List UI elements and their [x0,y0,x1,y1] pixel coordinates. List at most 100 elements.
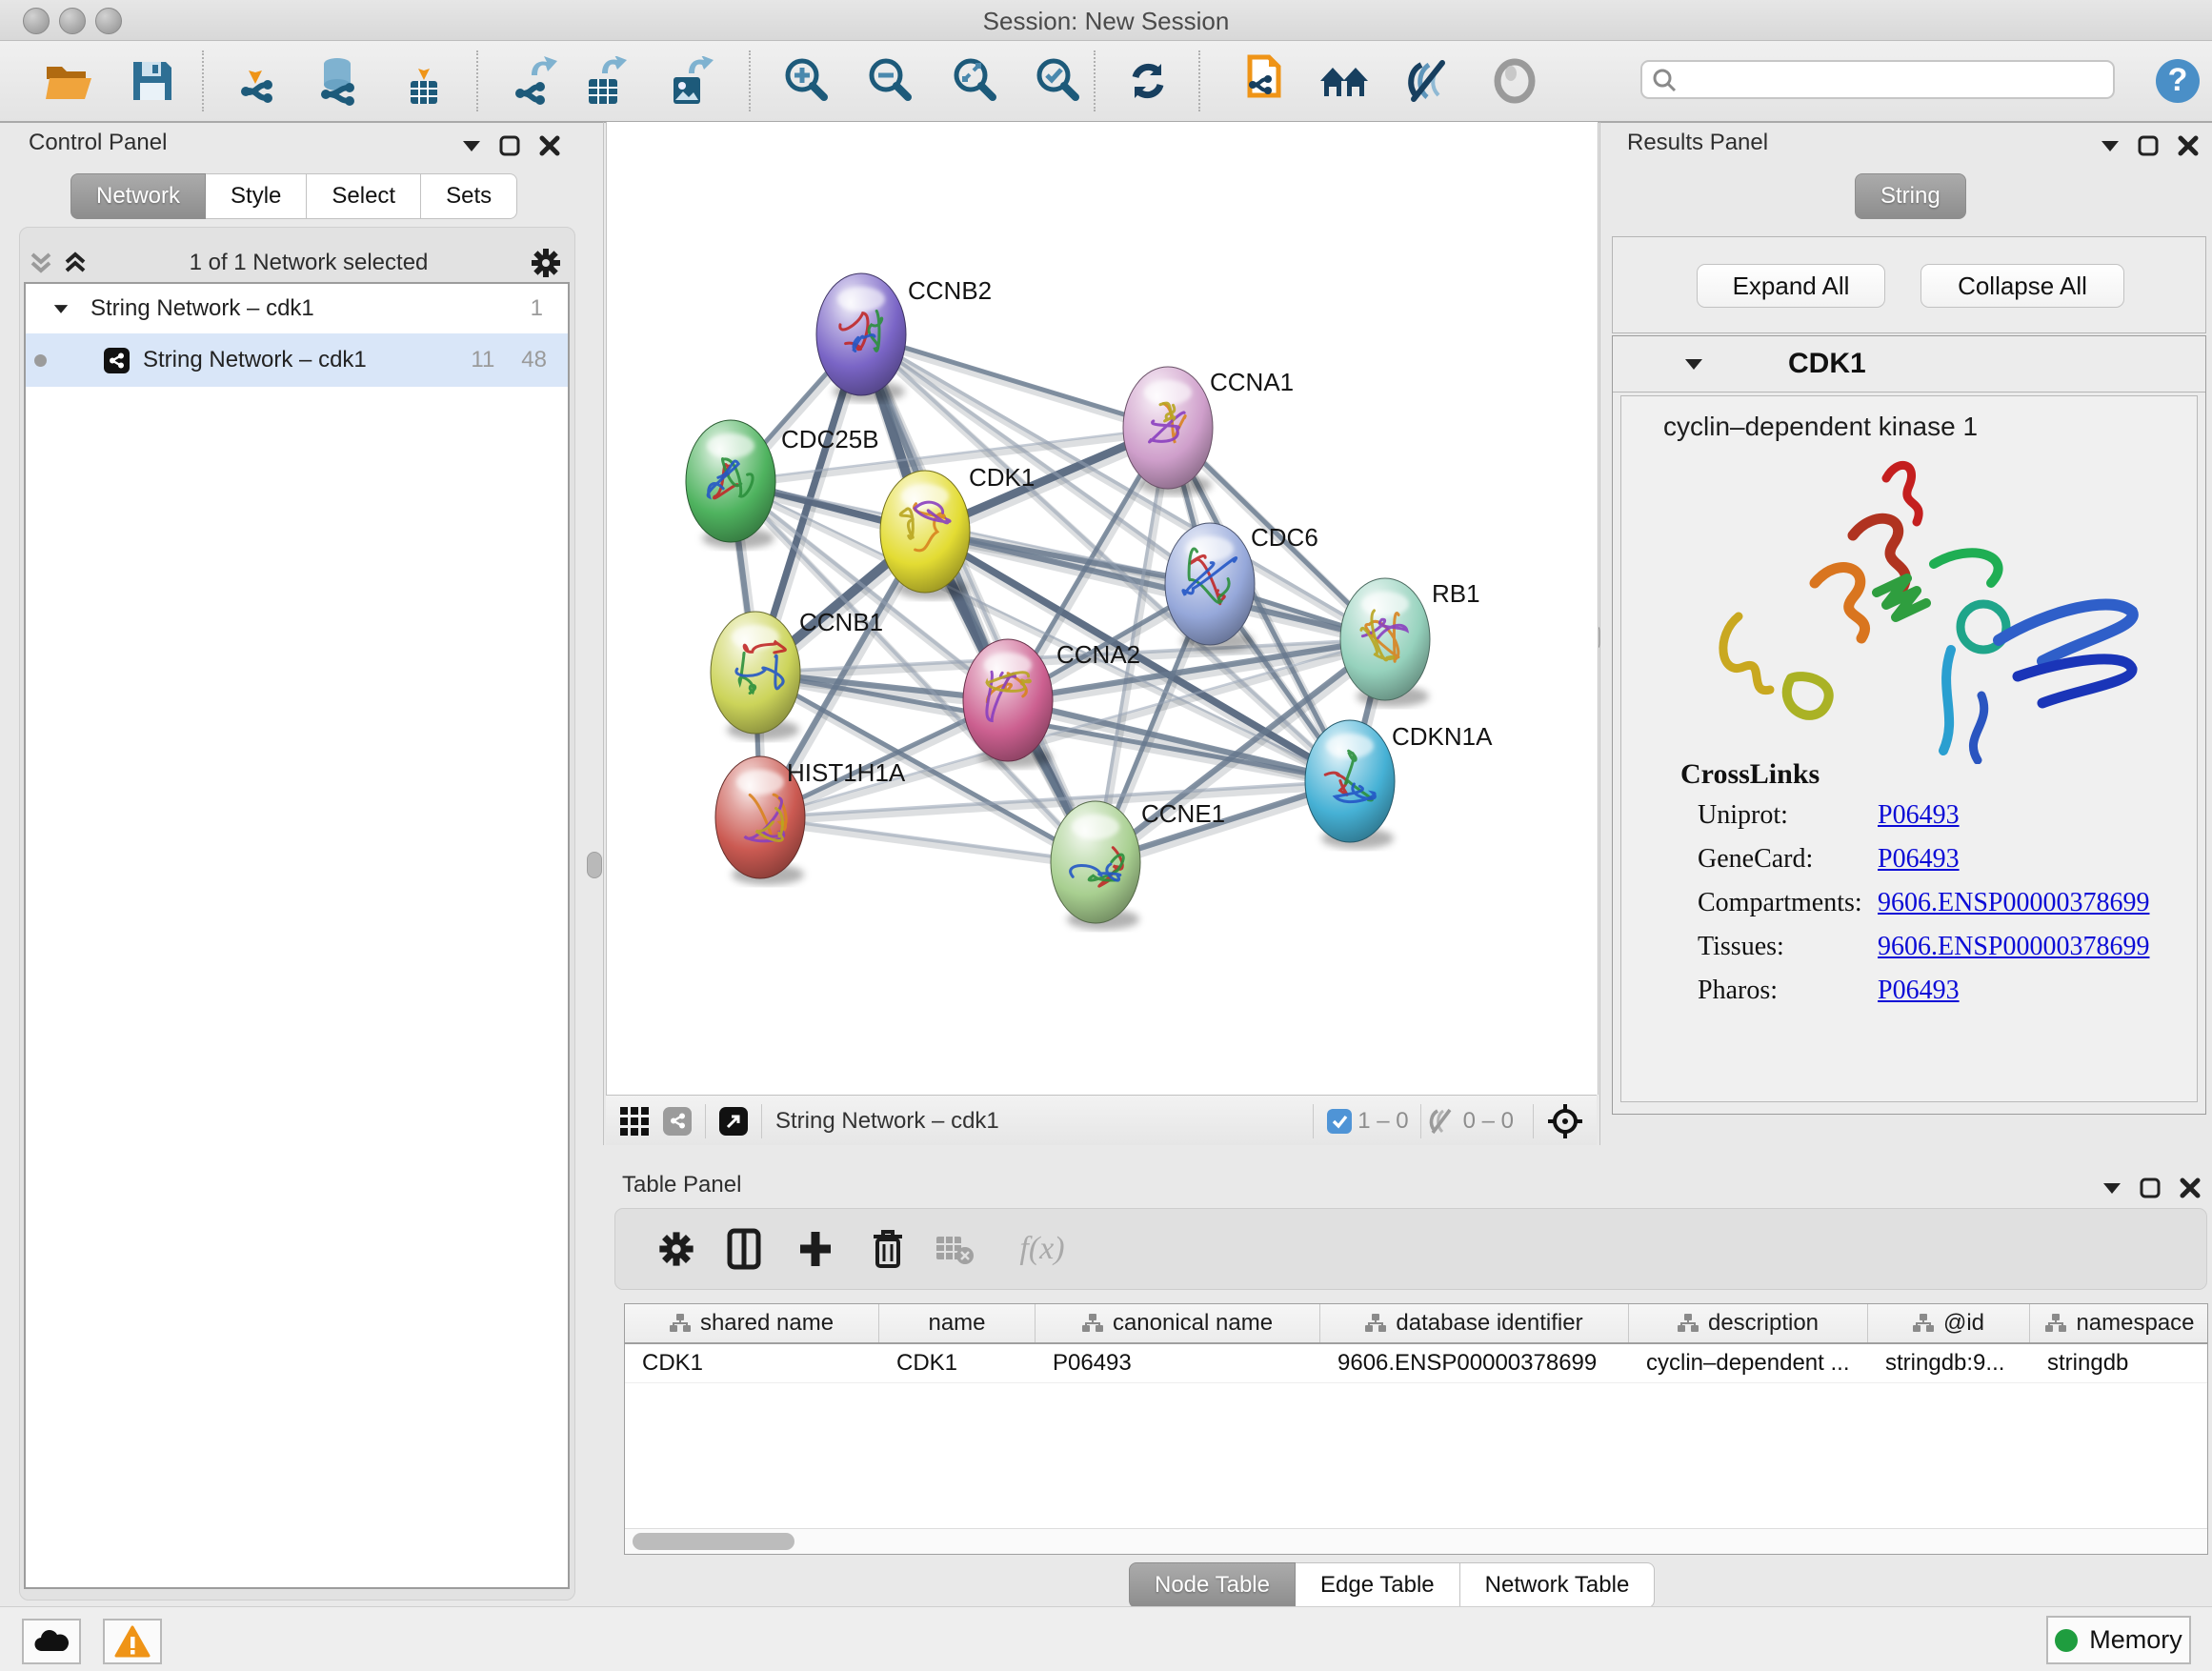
crosslink-row: Uniprot: P06493 [1698,800,2174,844]
zoom-in-icon[interactable] [779,54,833,108]
help-icon[interactable]: ? [2151,54,2204,108]
column-header-name[interactable]: name [879,1304,1036,1342]
network-canvas[interactable]: CCNB2CCNA1CDC25BCDK1CDC6RB1CCNB1CCNA2CDK… [606,122,1599,1095]
table-settings-gear-icon[interactable] [654,1226,699,1272]
column-header-id[interactable]: @id [1868,1304,2030,1342]
delete-column-icon[interactable] [865,1226,911,1272]
tab-network-table[interactable]: Network Table [1460,1562,1656,1608]
results-panel-menu-icon[interactable] [2101,141,2119,151]
network-options-gear-icon[interactable] [530,247,562,279]
table-panel-close-icon[interactable] [2180,1178,2201,1198]
warnings-button[interactable] [103,1619,162,1664]
network-node-count: 11 [471,347,494,373]
node-details-header[interactable]: CDK1 [1613,336,2205,393]
add-column-icon[interactable] [793,1226,838,1272]
table-row[interactable]: CDK1CDK1P064939606.ENSP00000378699cyclin… [625,1344,2207,1383]
table-cell[interactable]: cyclin–dependent ... [1629,1344,1868,1382]
tab-sets[interactable]: Sets [421,173,517,219]
birds-eye-grid-icon[interactable] [619,1106,650,1137]
cloud-button[interactable] [22,1619,81,1664]
tab-node-table[interactable]: Node Table [1129,1562,1296,1608]
left-splitter-knob[interactable] [587,852,602,878]
tab-edge-table[interactable]: Edge Table [1296,1562,1460,1608]
delete-table-icon[interactable] [932,1226,977,1272]
memory-button[interactable]: Memory [2046,1616,2191,1664]
string-home-icon[interactable] [1317,54,1371,108]
collection-collapse-icon[interactable] [54,305,68,313]
column-header-namespace[interactable]: namespace [2030,1304,2208,1342]
table-panel-float-icon[interactable] [2140,1178,2161,1198]
export-table-icon[interactable] [577,54,631,108]
function-builder-icon[interactable]: f(x) [1004,1226,1080,1272]
crosslink-link[interactable]: P06493 [1878,800,1960,830]
tab-style[interactable]: Style [206,173,307,219]
results-panel-float-icon[interactable] [2138,135,2159,156]
column-header-canonicalname[interactable]: canonical name [1036,1304,1320,1342]
control-panel-menu-icon[interactable] [463,141,480,151]
table-cell[interactable]: CDK1 [879,1344,1036,1382]
network-collection-row[interactable]: String Network – cdk1 1 [26,284,568,333]
hidden-eye-icon[interactable] [1427,1108,1458,1135]
zoom-fit-icon[interactable] [948,54,1001,108]
scrollbar-thumb[interactable] [633,1533,794,1550]
crosslink-link[interactable]: 9606.ENSP00000378699 [1878,888,2149,917]
import-database-icon[interactable] [312,54,365,108]
collapse-all-button[interactable]: Collapse All [1920,264,2124,308]
fit-crosshair-icon[interactable] [1547,1103,1583,1139]
collection-count: 1 [531,295,543,322]
control-panel-close-icon[interactable] [539,135,560,156]
tab-network[interactable]: Network [70,173,206,219]
zoom-out-icon[interactable] [863,54,916,108]
table-cell[interactable]: stringdb [2030,1344,2208,1382]
import-network-icon[interactable] [231,54,284,108]
table-horizontal-scrollbar[interactable] [625,1528,2207,1554]
search-input[interactable] [1640,60,2115,99]
table-cell[interactable]: stringdb:9... [1868,1344,2030,1382]
export-image-icon[interactable] [662,54,715,108]
network-node-CDC25B[interactable] [686,420,775,549]
hide-selection-eye-icon[interactable] [1401,54,1455,108]
column-header-description[interactable]: description [1629,1304,1868,1342]
export-network-icon[interactable] [509,54,562,108]
selected-checkbox-icon[interactable] [1327,1109,1352,1134]
network-node-CCNA1[interactable] [1123,367,1213,495]
memory-label: Memory [2089,1625,2182,1655]
table-toolbar: f(x) [614,1208,2207,1290]
tab-string[interactable]: String [1855,173,1966,219]
save-session-icon[interactable] [126,54,179,108]
results-panel-close-icon[interactable] [2178,135,2199,156]
network-row-selected[interactable]: String Network – cdk1 11 48 [26,333,568,387]
table-panel-menu-icon[interactable] [2103,1183,2121,1194]
network-node-CDKN1A[interactable] [1305,720,1395,849]
status-bar: Memory [0,1606,2212,1671]
network-node-CCNE1[interactable] [1051,801,1140,930]
zoom-selected-icon[interactable] [1031,54,1084,108]
node-details-collapse-icon[interactable] [1685,359,1702,370]
expand-all-button[interactable]: Expand All [1697,264,1885,308]
document-network-icon[interactable] [1237,54,1291,108]
protein-structure-image [1648,450,2182,764]
network-share-icon[interactable] [663,1107,692,1136]
column-header-sharedname[interactable]: shared name [625,1304,879,1342]
crosslink-link[interactable]: P06493 [1878,976,1960,1005]
crosslink-link[interactable]: 9606.ENSP00000378699 [1878,932,2149,961]
tab-select[interactable]: Select [307,173,421,219]
network-node-RB1[interactable] [1340,578,1430,707]
show-columns-icon[interactable] [722,1226,768,1272]
collapse-all-chevron-icon[interactable] [29,251,53,275]
open-external-icon[interactable] [719,1107,748,1136]
crosslinks-title: CrossLinks [1680,758,1820,791]
refresh-icon[interactable] [1121,54,1175,108]
expand-all-chevron-icon[interactable] [63,251,88,275]
control-panel-float-icon[interactable] [499,135,520,156]
import-table-icon[interactable] [397,54,451,108]
crosslink-link[interactable]: P06493 [1878,844,1960,874]
table-cell[interactable]: 9606.ENSP00000378699 [1320,1344,1629,1382]
table-cell[interactable]: P06493 [1036,1344,1320,1382]
open-session-icon[interactable] [42,54,95,108]
table-cell[interactable]: CDK1 [625,1344,879,1382]
network-node-CCNB1[interactable] [711,612,800,740]
column-header-databaseidentifier[interactable]: database identifier [1320,1304,1629,1342]
node-details-title: CDK1 [1788,348,1866,380]
eye-icon[interactable] [1488,54,1541,108]
